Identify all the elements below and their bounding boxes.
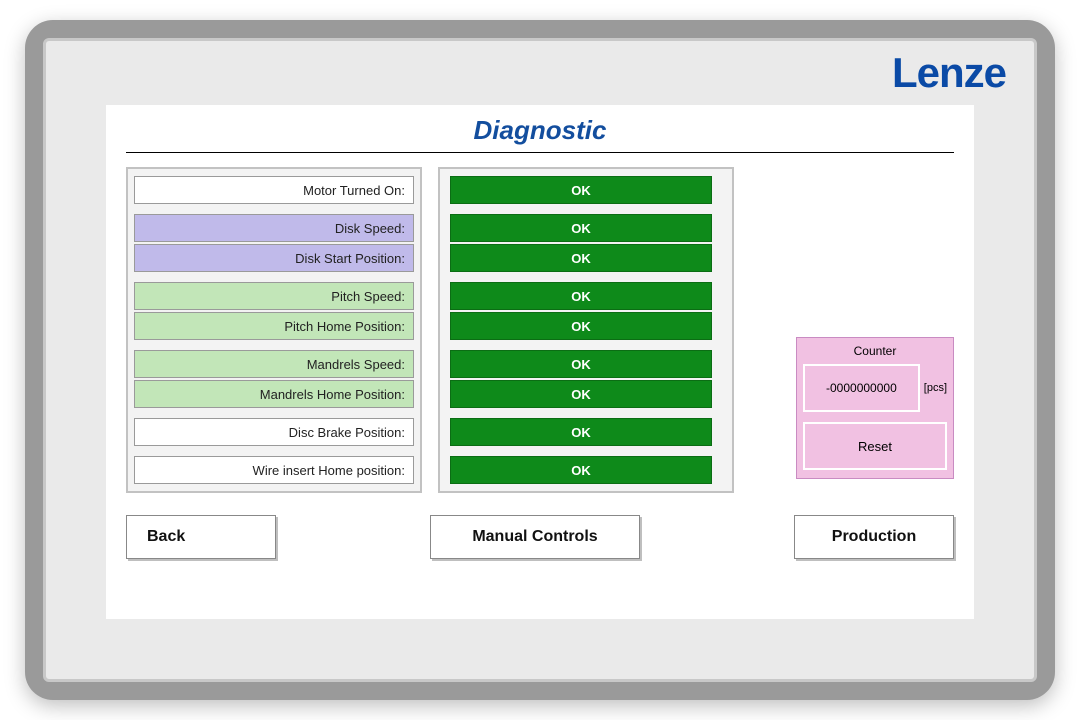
production-button[interactable]: Production [794, 515, 954, 559]
diag-label-motor: Motor Turned On: [134, 176, 414, 204]
manual-controls-button[interactable]: Manual Controls [430, 515, 640, 559]
counter-unit: [pcs] [924, 382, 947, 394]
content-area: Motor Turned On: Disk Speed: Disk Start … [106, 161, 974, 565]
title-rule [126, 152, 954, 153]
diag-status-mandrels-home: OK [450, 380, 712, 408]
diag-label-disc-brake: Disc Brake Position: [134, 418, 414, 446]
diag-status-wire-insert: OK [450, 456, 712, 484]
diag-label-disk-start: Disk Start Position: [134, 244, 414, 272]
diag-label-disk-speed: Disk Speed: [134, 214, 414, 242]
diag-status-motor: OK [450, 176, 712, 204]
diagnostic-status-panel: OK OK OK OK OK OK OK OK OK [438, 167, 734, 493]
back-button[interactable]: Back [126, 515, 276, 559]
counter-reset-button[interactable]: Reset [803, 422, 947, 470]
diag-status-disk-start: OK [450, 244, 712, 272]
bezel: Lenze Diagnostic Motor Turned On: Disk S… [43, 38, 1037, 682]
brand-logo: Lenze [892, 49, 1006, 97]
device-frame: Lenze Diagnostic Motor Turned On: Disk S… [25, 20, 1055, 700]
diag-status-mandrels-speed: OK [450, 350, 712, 378]
diag-status-disc-brake: OK [450, 418, 712, 446]
diag-status-disk-speed: OK [450, 214, 712, 242]
diag-label-pitch-speed: Pitch Speed: [134, 282, 414, 310]
counter-title: Counter [803, 344, 947, 358]
nav-bar: Back Manual Controls Production [106, 515, 974, 565]
counter-panel: Counter -0000000000 [pcs] Reset [796, 337, 954, 479]
diag-status-pitch-home: OK [450, 312, 712, 340]
diag-label-pitch-home: Pitch Home Position: [134, 312, 414, 340]
screen: Diagnostic Motor Turned On: Disk Speed: … [106, 105, 974, 619]
diagnostic-labels-panel: Motor Turned On: Disk Speed: Disk Start … [126, 167, 422, 493]
counter-value: -0000000000 [803, 364, 920, 412]
diag-status-pitch-speed: OK [450, 282, 712, 310]
diag-label-mandrels-speed: Mandrels Speed: [134, 350, 414, 378]
page-title: Diagnostic [106, 105, 974, 152]
diag-label-mandrels-home: Mandrels Home Position: [134, 380, 414, 408]
diag-label-wire-insert: Wire insert Home position: [134, 456, 414, 484]
